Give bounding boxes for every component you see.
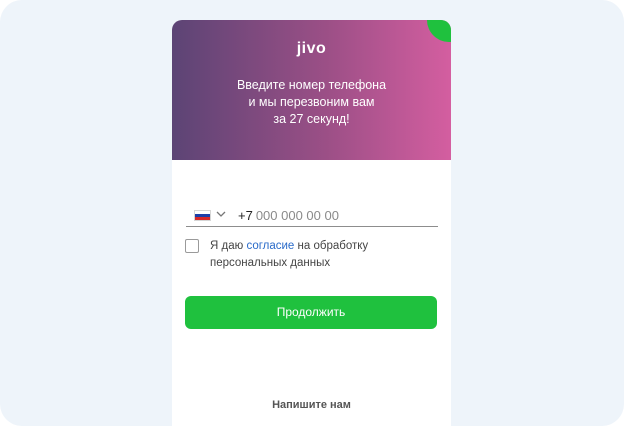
consent-prefix: Я даю — [210, 240, 247, 252]
phone-field: +7 — [186, 205, 438, 227]
widget-header: jivo Введите номер телефона и мы перезво… — [172, 20, 451, 160]
header-headline: Введите номер телефона и мы перезвоним в… — [236, 78, 387, 126]
app-background: jivo Введите номер телефона и мы перезво… — [0, 0, 624, 426]
chevron-down-icon[interactable] — [216, 209, 226, 219]
country-code: +7 — [238, 208, 253, 223]
consent-checkbox[interactable] — [185, 239, 199, 253]
logo-text: jivo — [296, 40, 327, 57]
status-dot — [427, 20, 451, 42]
consent-row: Я даю согласие на обработку персональных… — [185, 238, 435, 272]
russia-flag-icon[interactable] — [194, 210, 211, 221]
write-us-link[interactable]: Напишите нам — [172, 399, 451, 411]
consent-link[interactable]: согласие — [246, 240, 294, 252]
consent-text: Я даю согласие на обработку персональных… — [210, 238, 435, 272]
jivo-logo: jivo — [172, 40, 451, 58]
continue-button[interactable]: Продолжить — [185, 296, 437, 329]
phone-input[interactable] — [255, 208, 416, 223]
callback-widget: jivo Введите номер телефона и мы перезво… — [172, 20, 451, 426]
